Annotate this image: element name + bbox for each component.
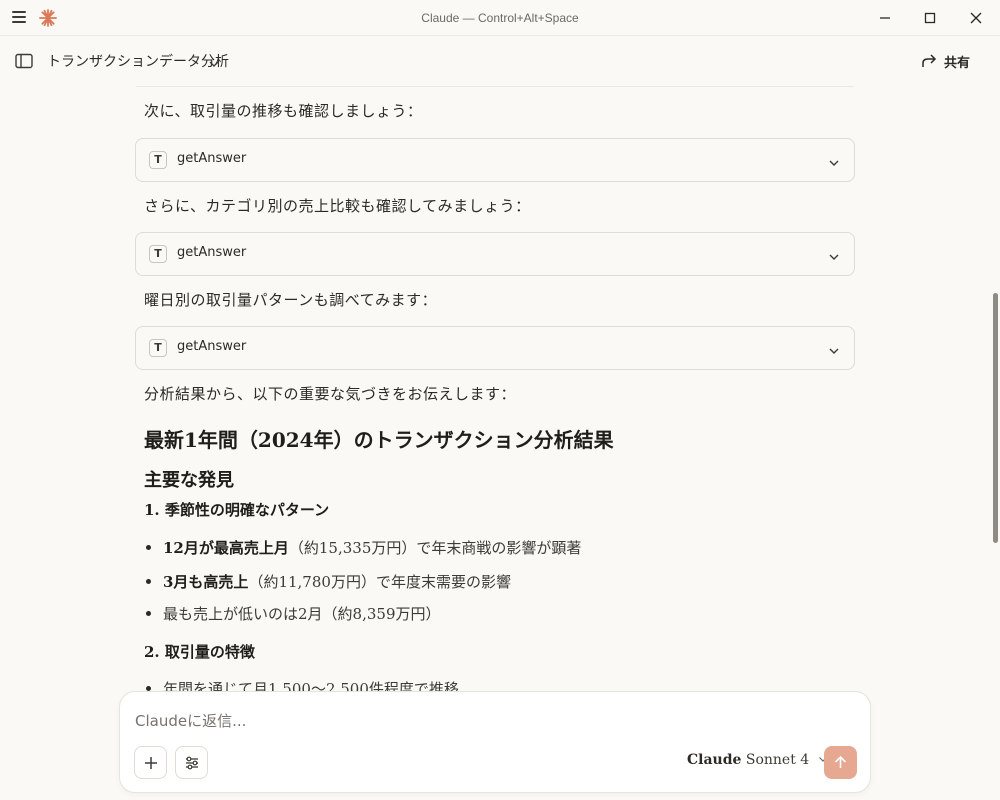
model-version: Sonnet 4 <box>745 752 810 768</box>
tool-call-getanswer[interactable]: T getAnswer <box>135 326 855 370</box>
arrow-up-icon <box>834 755 847 768</box>
chat-title[interactable]: トランザクションデータ分析 <box>47 51 229 71</box>
chevron-down-icon[interactable] <box>208 55 220 67</box>
subsection-title: 2. 取引量の特徴 <box>144 643 255 661</box>
divider <box>136 86 854 87</box>
model-selector[interactable]: Claude Sonnet 4 <box>687 752 828 768</box>
message-composer[interactable]: Claudeに返信... Claude Sonnet 4 <box>119 691 871 793</box>
chevron-down-icon[interactable] <box>828 342 840 354</box>
maximize-icon[interactable] <box>918 6 942 30</box>
tool-call-getanswer[interactable]: T getAnswer <box>135 232 855 276</box>
scrollbar[interactable] <box>990 86 1000 800</box>
bullet-icon <box>146 544 151 550</box>
model-brand: Claude <box>687 752 742 768</box>
add-attachment-button[interactable] <box>134 746 167 779</box>
subsection-title: 1. 季節性の明確なパターン <box>144 501 330 519</box>
list-item: 3月も高売上（約11,780万円）で年度末需要の影響 <box>146 571 511 592</box>
plus-icon <box>145 757 157 769</box>
share-label: 共有 <box>944 55 971 71</box>
sidebar-toggle-icon[interactable] <box>15 53 33 69</box>
window-titlebar: Claude — Control+Alt+Space <box>0 0 1000 36</box>
message-text: 次に、取引量の推移も確認しましょう： <box>144 102 423 120</box>
tool-name: getAnswer <box>177 245 247 260</box>
tool-name: getAnswer <box>177 339 247 354</box>
minimize-icon[interactable] <box>873 6 897 30</box>
send-button[interactable] <box>824 746 857 779</box>
chat-header: トランザクションデータ分析 共有 <box>0 36 1000 86</box>
tool-type-icon: T <box>149 151 167 169</box>
section-title: 主要な発見 <box>144 470 234 491</box>
bullet-icon <box>146 610 151 616</box>
window-title: Claude — Control+Alt+Space <box>421 11 579 25</box>
share-icon <box>922 54 937 67</box>
tools-button[interactable] <box>175 746 208 779</box>
message-text: 曜日別の取引量パターンも調べてみます： <box>144 291 438 309</box>
tool-type-icon: T <box>149 339 167 357</box>
share-button[interactable]: 共有 <box>920 50 970 72</box>
close-icon[interactable] <box>964 6 988 30</box>
list-item: 12月が最高売上月（約15,335万円）で年末商戦の影響が顕著 <box>146 537 581 558</box>
reply-input[interactable]: Claudeに返信... <box>135 710 246 731</box>
sliders-icon <box>186 756 198 770</box>
bullet-icon <box>146 578 151 584</box>
tool-type-icon: T <box>149 245 167 263</box>
tool-call-getanswer[interactable]: T getAnswer <box>135 138 855 182</box>
chevron-down-icon[interactable] <box>828 248 840 260</box>
chevron-down-icon[interactable] <box>828 154 840 166</box>
report-title: 最新1年間（2024年）のトランザクション分析結果 <box>144 428 614 452</box>
message-text: さらに、カテゴリ別の売上比較も確認してみましょう： <box>144 197 531 215</box>
message-text: 分析結果から、以下の重要な気づきをお伝えします： <box>144 385 517 403</box>
list-item: 最も売上が低いのは2月（約8,359万円） <box>146 603 441 624</box>
conversation-area: 次に、取引量の推移も確認しましょう： T getAnswer さらに、カテゴリ別… <box>0 86 990 696</box>
tool-name: getAnswer <box>177 151 247 166</box>
scrollbar-thumb[interactable] <box>993 293 998 543</box>
bullet-icon <box>146 685 151 691</box>
